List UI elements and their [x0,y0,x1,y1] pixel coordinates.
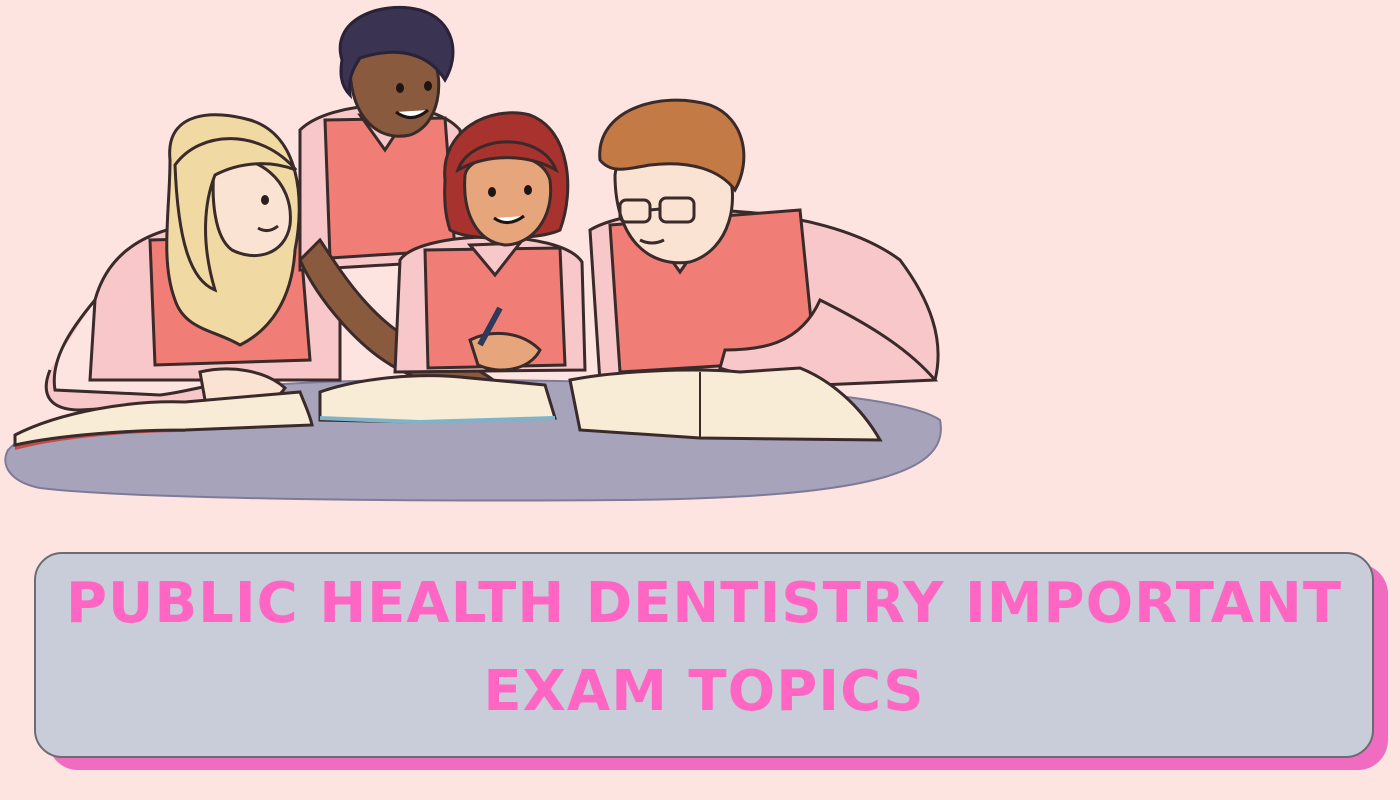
page-title-line-1: PUBLIC HEALTH DENTISTRY IMPORTANT [65,571,1343,636]
student-blonde-girl [44,113,342,412]
students-studying-illustration [4,5,942,502]
title-banner: PUBLIC HEALTH DENTISTRY IMPORTANT EXAM T… [34,552,1388,770]
page-title: PUBLIC HEALTH DENTISTRY IMPORTANT EXAM T… [34,560,1374,736]
page-title-line-2: EXAM TOPICS [483,659,925,724]
student-glasses-boy [588,98,940,387]
